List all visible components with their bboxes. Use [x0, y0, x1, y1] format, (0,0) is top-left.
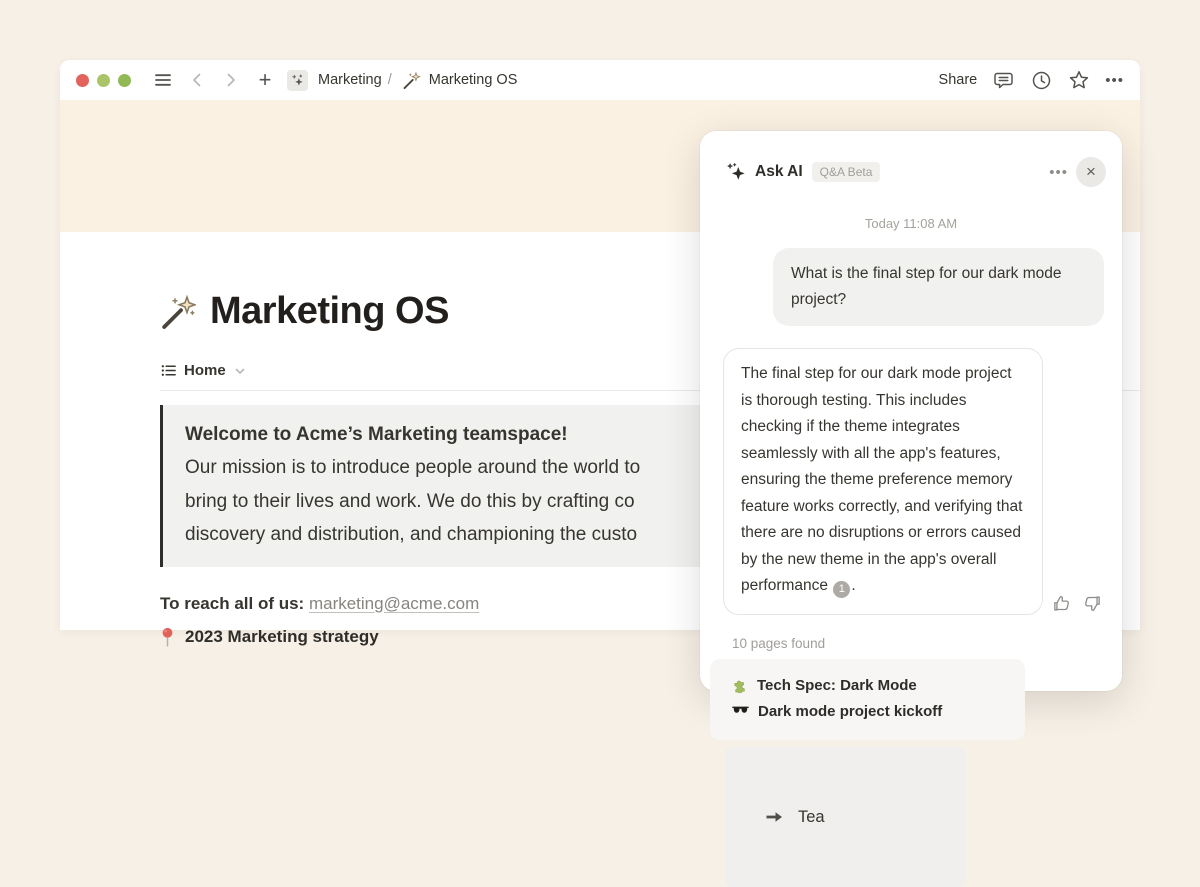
- contact-email-link[interactable]: marketing@acme.com: [309, 594, 479, 613]
- sidebar-menu-button[interactable]: [151, 68, 175, 92]
- sunglasses-icon: [732, 705, 749, 718]
- hamburger-icon: [153, 70, 173, 90]
- page-icon-wand[interactable]: [160, 294, 196, 330]
- panel-more-button[interactable]: •••: [1049, 164, 1068, 181]
- user-message-bubble: What is the final step for our dark mode…: [773, 248, 1104, 326]
- page-title: Marketing OS: [210, 290, 449, 333]
- breadcrumb-team[interactable]: Marketing /: [318, 72, 394, 88]
- toolbar-more-button[interactable]: •••: [1105, 72, 1124, 89]
- citation-badge[interactable]: 1: [833, 581, 850, 598]
- window-zoom-button[interactable]: [118, 74, 131, 87]
- comment-icon: [993, 70, 1014, 91]
- window-controls: [76, 74, 131, 87]
- ask-ai-header: Ask AI Q&A Beta ••• ×: [700, 131, 1122, 187]
- clock-icon: [1031, 70, 1052, 91]
- breadcrumb-page[interactable]: Marketing OS: [429, 72, 518, 88]
- ai-response-bubble: The final step for our dark mode project…: [723, 348, 1043, 615]
- chevron-down-icon: [233, 364, 247, 378]
- star-icon: [1068, 69, 1090, 91]
- chevron-right-icon: [222, 71, 240, 89]
- qa-beta-badge: Q&A Beta: [812, 162, 881, 182]
- page-result-tech-spec[interactable]: Tech Spec: Dark Mode: [732, 677, 1025, 694]
- thumbs-down-icon[interactable]: [1083, 594, 1102, 613]
- new-page-button[interactable]: +: [253, 68, 277, 92]
- ai-sparkle-icon: [726, 162, 746, 182]
- wand-icon: [402, 71, 421, 90]
- pages-found-label: 10 pages found: [732, 636, 1122, 651]
- comments-button[interactable]: [991, 68, 1015, 92]
- nav-forward-button[interactable]: [219, 68, 243, 92]
- updates-button[interactable]: [1029, 68, 1053, 92]
- puzzle-icon: [732, 677, 748, 693]
- nav-back-button[interactable]: [185, 68, 209, 92]
- team-card[interactable]: Tea: [725, 747, 965, 887]
- favorite-button[interactable]: [1067, 68, 1091, 92]
- team-card-label: Tea: [798, 808, 825, 827]
- toolbar: + Marketing / Marketing OS Share: [60, 60, 1140, 100]
- answer-period: .: [851, 577, 855, 594]
- chat-date-label: Today 11:08 AM: [700, 216, 1122, 231]
- window-close-button[interactable]: [76, 74, 89, 87]
- ask-ai-title: Ask AI: [755, 163, 803, 181]
- page-result-kickoff[interactable]: Dark mode project kickoff: [732, 703, 1025, 720]
- tab-home-label: Home: [184, 362, 226, 379]
- arrow-right-icon: [763, 807, 785, 827]
- page-result-label: Dark mode project kickoff: [758, 703, 942, 720]
- window-minimize-button[interactable]: [97, 74, 110, 87]
- share-button[interactable]: Share: [939, 72, 978, 88]
- feedback-buttons: [1052, 594, 1102, 613]
- page-result-label: Tech Spec: Dark Mode: [757, 677, 917, 694]
- pages-found-list: Tech Spec: Dark Mode Dark mode project k…: [710, 659, 1025, 740]
- plus-icon: +: [259, 69, 272, 91]
- ai-response-text: The final step for our dark mode project…: [741, 365, 1022, 594]
- close-icon[interactable]: ×: [1076, 157, 1106, 187]
- chevron-left-icon: [188, 71, 206, 89]
- ask-ai-panel: Ask AI Q&A Beta ••• × Today 11:08 AM Wha…: [700, 131, 1122, 691]
- thumbs-up-icon[interactable]: [1052, 594, 1071, 613]
- list-view-icon: [160, 362, 177, 379]
- teamspace-icon[interactable]: [287, 70, 308, 91]
- contact-label: To reach all of us:: [160, 594, 304, 613]
